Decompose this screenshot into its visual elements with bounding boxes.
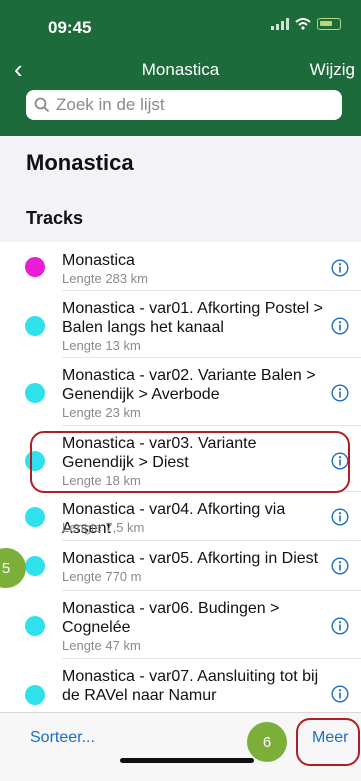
info-icon[interactable] — [331, 452, 349, 470]
track-row[interactable]: Monastica Lengte 283 km — [0, 242, 361, 291]
track-length: Lengte 13 km — [62, 338, 141, 353]
info-icon[interactable] — [331, 508, 349, 526]
info-icon[interactable] — [331, 259, 349, 277]
signal-icon — [271, 18, 289, 30]
track-row[interactable]: Monastica - var03. Variante Genendijk > … — [0, 426, 361, 492]
sort-button[interactable]: Sorteer... — [30, 729, 95, 747]
track-color-dot — [25, 383, 45, 403]
track-row[interactable]: Monastica - var01. Afkorting Postel > Ba… — [0, 291, 361, 358]
track-color-dot — [25, 451, 45, 471]
header: 09:45 ‹ Monastica Wijzig — [0, 0, 361, 136]
edit-button[interactable]: Wijzig — [310, 60, 355, 80]
track-list: Monastica Lengte 283 km Monastica - var0… — [0, 242, 361, 712]
search-field[interactable] — [26, 90, 342, 120]
status-time: 09:45 — [48, 18, 92, 37]
track-color-dot — [25, 685, 45, 705]
track-row[interactable]: Monastica - var04. Afkorting via Assent … — [0, 492, 361, 541]
track-title: Monastica - var02. Variante Balen > Gene… — [62, 367, 316, 403]
section-title: Tracks — [26, 208, 84, 228]
info-icon[interactable] — [331, 685, 349, 703]
track-row[interactable]: Monastica - var07. Aansluiting tot bij d… — [0, 659, 361, 712]
track-row[interactable]: Monastica - var02. Variante Balen > Gene… — [0, 358, 361, 426]
track-title: Monastica - var06. Budingen > Cognelée — [62, 600, 280, 636]
track-length: Lengte 283 km — [62, 271, 149, 286]
more-button[interactable]: Meer — [312, 729, 348, 747]
home-indicator — [120, 758, 254, 763]
step-badge: 6 — [247, 722, 287, 762]
track-length: Lengte 23 km — [62, 405, 141, 420]
track-color-dot — [25, 556, 45, 576]
battery-icon — [317, 18, 341, 30]
search-input[interactable] — [56, 95, 316, 115]
info-icon[interactable] — [331, 617, 349, 635]
track-color-dot — [25, 257, 45, 277]
info-icon[interactable] — [331, 317, 349, 335]
page-title: Monastica — [26, 150, 134, 175]
track-title: Monastica - var07. Aansluiting tot bij d… — [62, 668, 319, 704]
track-row[interactable]: Monastica - var06. Budingen > Cognelée L… — [0, 591, 361, 659]
search-icon — [34, 97, 50, 113]
info-icon[interactable] — [331, 384, 349, 402]
bottom-toolbar: Sorteer... Meer — [0, 712, 361, 781]
track-title: Monastica — [62, 252, 135, 269]
info-icon[interactable] — [331, 557, 349, 575]
status-icons — [271, 18, 341, 30]
wifi-icon — [295, 18, 311, 30]
track-color-dot — [25, 507, 45, 527]
track-title: Monastica - var05. Afkorting in Diest — [62, 550, 319, 567]
track-length: Lengte 770 m — [62, 569, 142, 584]
track-title: Monastica - var03. Variante Genendijk > … — [62, 435, 257, 471]
track-color-dot — [25, 616, 45, 636]
track-title: Monastica - var01. Afkorting Postel > Ba… — [62, 300, 324, 336]
track-length: Lengte 18 km — [62, 473, 141, 488]
track-length: Lengte 7,5 km — [62, 520, 145, 535]
track-length: Lengte 47 km — [62, 638, 141, 653]
track-row[interactable]: Monastica - var05. Afkorting in Diest Le… — [0, 541, 361, 591]
nav-title: Monastica — [141, 60, 220, 79]
track-color-dot — [25, 316, 45, 336]
